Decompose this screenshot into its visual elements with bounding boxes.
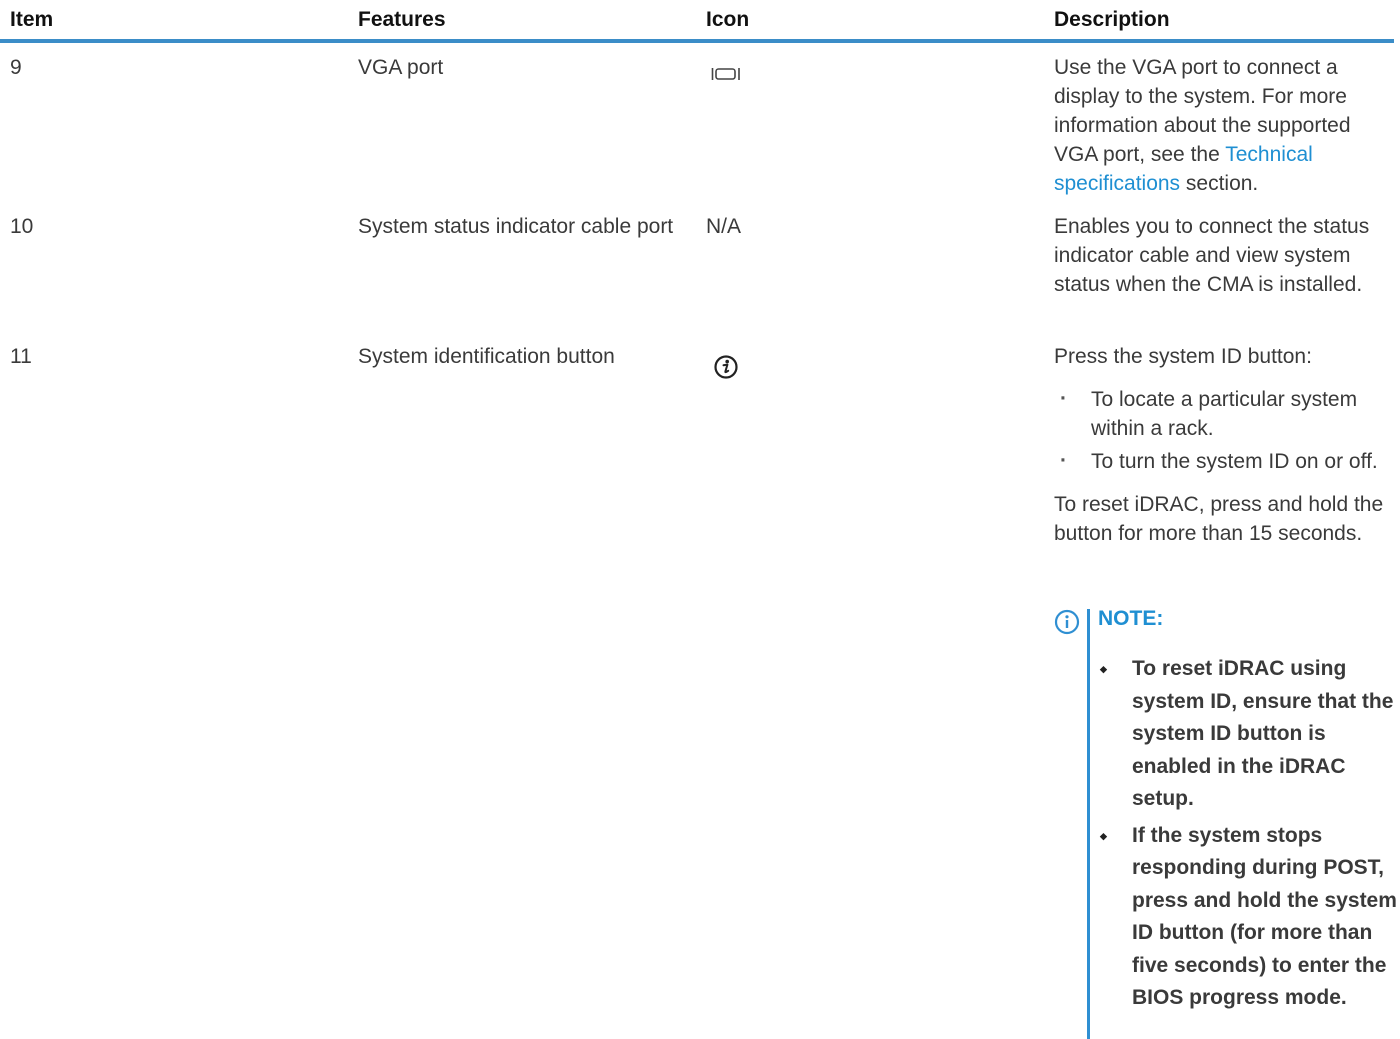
column-header-item: Item	[10, 8, 54, 31]
feature-name: System status indicator cable port	[358, 215, 674, 238]
column-header-features: Features	[358, 8, 446, 31]
column-header-description: Description	[1054, 8, 1170, 31]
item-number: 10	[10, 215, 34, 238]
vga-port-icon	[711, 66, 741, 87]
list-item: To locate a particular system within a r…	[1054, 384, 1394, 443]
header-rule	[0, 39, 1394, 43]
item-number: 11	[10, 345, 32, 368]
note-callout: NOTE: To reset iDRAC using system ID, en…	[1054, 605, 1400, 1039]
item-number: 9	[10, 56, 22, 79]
description-text: Enables you to connect the status indica…	[1054, 215, 1370, 296]
list-item: To reset iDRAC using system ID, ensure t…	[1098, 653, 1398, 816]
feature-name: System identification button	[358, 345, 615, 368]
description-bullet-list: To locate a particular system within a r…	[1054, 384, 1394, 476]
note-title: NOTE:	[1098, 607, 1164, 630]
feature-name: VGA port	[358, 56, 444, 79]
info-icon	[1054, 609, 1080, 640]
note-bullet-list: To reset iDRAC using system ID, ensure t…	[1098, 653, 1398, 1015]
description-block: Press the system ID button: To locate a …	[1054, 342, 1394, 548]
description-text: Use the VGA port to connect a display to…	[1054, 56, 1351, 195]
system-id-icon	[713, 354, 739, 385]
column-header-icon: Icon	[706, 8, 750, 31]
description-reset-text: To reset iDRAC, press and hold the butto…	[1054, 493, 1384, 545]
description-intro: Press the system ID button:	[1054, 345, 1312, 368]
icon-not-applicable: N/A	[706, 215, 742, 238]
list-item: To turn the system ID on or off.	[1054, 446, 1394, 476]
note-accent-bar	[1087, 609, 1090, 1039]
list-item: If the system stops responding during PO…	[1098, 820, 1398, 1015]
